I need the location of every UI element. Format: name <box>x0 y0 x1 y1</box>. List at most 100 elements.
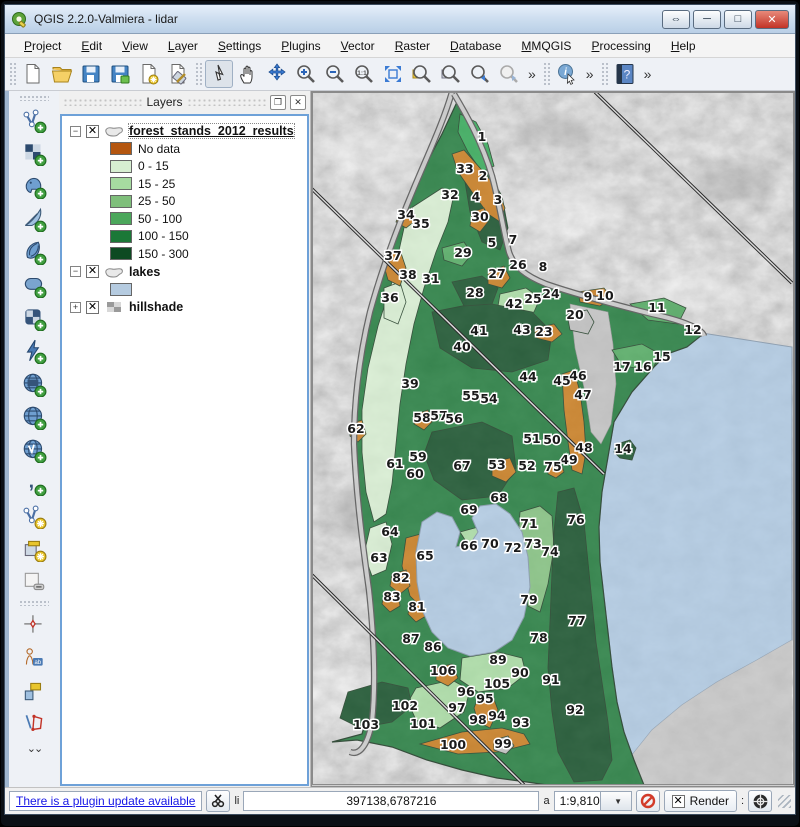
add-vector-layer-icon <box>21 107 47 133</box>
tree-expander-icon[interactable]: − <box>70 266 81 277</box>
toolbar-handle[interactable] <box>543 62 550 86</box>
menu-raster[interactable]: Raster <box>386 36 439 56</box>
zoom-selection-button[interactable] <box>408 60 436 88</box>
layers-tree[interactable]: −✕forest_stands_2012_resultsNo data0 - 1… <box>60 114 309 786</box>
toolbar-overflow-button[interactable]: » <box>582 66 598 82</box>
zoom-out-button[interactable] <box>321 60 349 88</box>
add-vector-layer-button[interactable] <box>19 105 49 134</box>
menu-plugins[interactable]: Plugins <box>272 36 329 56</box>
zoom-full-button[interactable] <box>379 60 407 88</box>
label-tool-button[interactable]: ab <box>19 643 49 672</box>
layer-name[interactable]: hillshade <box>129 300 183 314</box>
add-wcs-layer-button[interactable] <box>19 369 49 398</box>
menu-project[interactable]: Project <box>15 36 70 56</box>
stand-label-60: 60 <box>406 466 424 481</box>
crs-status-button[interactable] <box>748 790 772 812</box>
menu-edit[interactable]: Edit <box>72 36 111 56</box>
layer-item-forest_stands_2012_results[interactable]: −✕ forest_stands_2012_results <box>66 122 303 140</box>
close-button[interactable]: ✕ <box>755 10 789 29</box>
layer-name[interactable]: forest_stands_2012_results <box>129 124 294 138</box>
layer-item-hillshade[interactable]: + ✕ hillshade <box>66 298 303 316</box>
pan-map-button[interactable] <box>234 60 262 88</box>
add-wfs-globe-layer-button[interactable] <box>19 402 49 431</box>
layer-visibility-checkbox[interactable]: ✕ <box>86 301 99 314</box>
touch-zoom-pan-button[interactable] <box>205 60 233 88</box>
add-raster-layer-button[interactable] <box>19 138 49 167</box>
toolbar-expand-button[interactable]: ⌄⌄ <box>27 742 41 755</box>
tree-expander-icon[interactable]: − <box>70 126 81 137</box>
menu-database[interactable]: Database <box>441 36 510 56</box>
chevron-down-icon[interactable]: ▼ <box>600 792 631 810</box>
add-oracle-layer-button[interactable] <box>19 270 49 299</box>
layers-panel-titlebar[interactable]: Layers ❐ ✕ <box>59 91 310 113</box>
dock-float-button[interactable]: ❐ <box>270 95 286 110</box>
add-mssql-layer-button[interactable] <box>19 237 49 266</box>
save-project-button[interactable] <box>77 60 105 88</box>
add-delimited-text-layer-button[interactable]: , <box>19 468 49 497</box>
menu-view[interactable]: View <box>113 36 157 56</box>
add-wfs-layer-button[interactable] <box>19 435 49 464</box>
new-composer-button[interactable] <box>135 60 163 88</box>
menu-layer[interactable]: Layer <box>159 36 207 56</box>
stand-label-26: 26 <box>509 257 527 272</box>
toolbar-overflow-button[interactable]: » <box>640 66 656 82</box>
dock-drag-handle[interactable] <box>63 98 142 106</box>
switch-window-button[interactable]: ⇔ <box>662 10 690 29</box>
layer-visibility-checkbox[interactable]: ✕ <box>86 125 99 138</box>
menu-settings[interactable]: Settings <box>209 36 270 56</box>
remove-layer-button[interactable] <box>19 567 49 596</box>
layers-panel-title: Layers <box>146 95 182 109</box>
identify-button[interactable]: i <box>553 60 581 88</box>
menu-mmqgis[interactable]: MMQGIS <box>512 36 580 56</box>
maximize-button[interactable]: □ <box>724 10 752 29</box>
add-spatialite-layer-button[interactable] <box>19 204 49 233</box>
scale-combobox[interactable]: 1:9,810 ▼ <box>554 791 632 811</box>
menu-processing[interactable]: Processing <box>582 36 659 56</box>
tree-expander-icon[interactable]: + <box>70 302 81 313</box>
plugin-update-link[interactable]: There is a plugin update available <box>16 794 195 808</box>
map-canvas[interactable]: 1332324334303557372926827383128242591042… <box>311 91 795 787</box>
toolbar-handle[interactable] <box>19 600 49 606</box>
menu-vector[interactable]: Vector <box>332 36 384 56</box>
move-label-button[interactable] <box>19 676 49 705</box>
new-shapefile-layer-button[interactable] <box>19 501 49 530</box>
stand-label-9: 9 <box>584 289 593 304</box>
highlight-pinned-labels-button[interactable] <box>19 610 49 639</box>
toolbar-handle[interactable] <box>19 95 49 101</box>
layer-name[interactable]: lakes <box>129 265 160 279</box>
open-project-button[interactable] <box>48 60 76 88</box>
dock-drag-handle[interactable] <box>187 98 266 106</box>
move-map-button[interactable] <box>263 60 291 88</box>
layer-item-lakes[interactable]: −✕ lakes <box>66 263 303 281</box>
save-project-as-button[interactable] <box>106 60 134 88</box>
zoom-last-button[interactable] <box>466 60 494 88</box>
new-project-button[interactable] <box>19 60 47 88</box>
dock-close-button[interactable]: ✕ <box>290 95 306 110</box>
add-postgis-layer-button[interactable] <box>19 171 49 200</box>
zoom-next-button[interactable] <box>495 60 523 88</box>
help-button[interactable]: ? <box>611 60 639 88</box>
toolbar-handle[interactable] <box>195 62 202 86</box>
render-checkmark[interactable]: ✕ <box>672 795 685 808</box>
coordinate-label-fragment: li <box>234 795 239 807</box>
legend-class-row: 150 - 300 <box>66 245 303 263</box>
zoom-in-button[interactable] <box>292 60 320 88</box>
composer-manager-button[interactable] <box>164 60 192 88</box>
resize-grip[interactable] <box>778 795 791 808</box>
coordinate-display[interactable]: 397138,6787216 <box>243 791 539 811</box>
zoom-native-button[interactable]: 1:1 <box>350 60 378 88</box>
zoom-layer-button[interactable] <box>437 60 465 88</box>
new-spatialite-layer-button[interactable] <box>19 534 49 563</box>
toggle-extents-button[interactable] <box>206 790 230 812</box>
minimize-button[interactable]: ─ <box>693 10 721 29</box>
toolbar-overflow-button[interactable]: » <box>524 66 540 82</box>
change-label-button[interactable] <box>19 709 49 738</box>
add-wms-layer-button[interactable] <box>19 336 49 365</box>
menu-help[interactable]: Help <box>662 36 705 56</box>
toolbar-handle[interactable] <box>601 62 608 86</box>
add-db-layer-button[interactable] <box>19 303 49 332</box>
stop-rendering-button[interactable] <box>636 790 660 812</box>
toolbar-handle[interactable] <box>9 62 16 86</box>
layer-visibility-checkbox[interactable]: ✕ <box>86 265 99 278</box>
render-checkbox[interactable]: ✕ Render <box>664 790 737 812</box>
